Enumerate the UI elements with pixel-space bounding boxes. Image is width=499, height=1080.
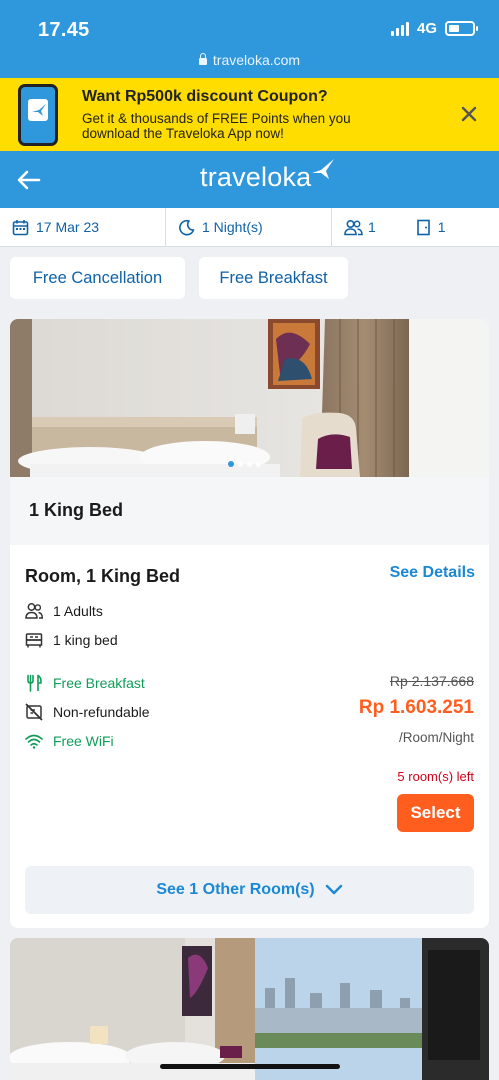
discounted-price: Rp 1.603.251 [358,697,474,718]
close-icon[interactable] [459,104,479,124]
check-in-date[interactable]: 17 Mar 23 [0,208,166,246]
status-indicators: 4G [390,20,478,37]
room-photo-carousel[interactable] [10,319,489,477]
url-text: traveloka.com [212,52,301,68]
guests-count: 1 [368,219,376,235]
bed-label: 1 king bed [53,632,118,648]
carousel-indicator [228,461,261,467]
logo-bird-icon [312,159,334,179]
bed-type-header: 1 King Bed [10,477,489,545]
adults-label: 1 Adults [53,603,103,619]
benefit-wifi-label: Free WiFi [53,733,114,749]
benefit-refund: Non-refundable [25,703,150,721]
see-other-rooms-button[interactable]: See 1 Other Room(s) [25,866,474,914]
see-details-link[interactable]: See Details [390,564,475,582]
promo-subtitle: Get it & thousands of FREE Points when y… [82,111,351,141]
status-bar: 17.45 4G traveloka.com [0,0,499,78]
wifi-icon [25,734,43,749]
room-photo [10,319,489,477]
room-card: 1 King Bed Room, 1 King Bed See Details … [10,319,489,928]
benefit-breakfast: Free Breakfast [25,674,145,692]
select-button[interactable]: Select [397,794,474,832]
guest-selector[interactable]: 1 [332,208,376,246]
fork-knife-icon [27,674,42,692]
rooms-count: 1 [437,219,446,235]
calendar-icon [12,219,29,235]
door-icon [416,219,430,235]
network-type: 4G [416,20,437,37]
room-count-selector[interactable]: 1 [376,208,446,246]
benefit-breakfast-label: Free Breakfast [53,675,145,691]
bed-info: 1 king bed [25,631,118,649]
adults-info: 1 Adults [25,602,103,620]
other-rooms-label: See 1 Other Room(s) [156,881,315,898]
back-arrow-icon[interactable] [14,165,44,195]
address-bar[interactable]: traveloka.com [0,52,499,68]
guests-icon [25,603,43,619]
price-unit: /Room/Night [398,730,474,745]
filter-free-breakfast[interactable]: Free Breakfast [199,257,348,299]
battery-icon [445,21,478,36]
status-time: 17.45 [38,19,90,41]
benefit-wifi: Free WiFi [25,732,114,750]
traveloka-logo: traveloka [200,162,312,192]
home-indicator [160,1064,340,1069]
duration-selector[interactable]: 1 Night(s) [166,208,332,246]
no-refund-icon [25,703,43,721]
nights-label: 1 Night(s) [202,219,263,235]
room-photo-next [10,938,489,1080]
lock-icon [198,53,207,65]
bed-type-title: 1 King Bed [29,500,124,520]
bed-icon [25,633,43,648]
promo-title: Want Rp500k discount Coupon? [82,88,328,105]
signal-icon [390,21,409,36]
guests-icon [344,219,363,235]
room-card-next[interactable] [10,938,489,1080]
original-price: Rp 2.137.668 [389,673,474,689]
search-summary-bar[interactable]: 17 Mar 23 1 Night(s) 1 1 [0,208,499,247]
phone-app-icon [18,84,58,146]
app-download-banner[interactable]: Want Rp500k discount Coupon? Get it & th… [0,78,499,151]
date-label: 17 Mar 23 [36,219,100,235]
rooms-left-badge: 5 room(s) left [397,769,474,784]
room-name: Room, 1 King Bed [25,566,181,586]
filter-free-cancellation[interactable]: Free Cancellation [10,257,185,299]
chevron-down-icon [325,884,342,895]
benefit-refund-label: Non-refundable [53,704,150,720]
moon-icon [179,219,195,235]
app-header: traveloka [0,151,499,208]
